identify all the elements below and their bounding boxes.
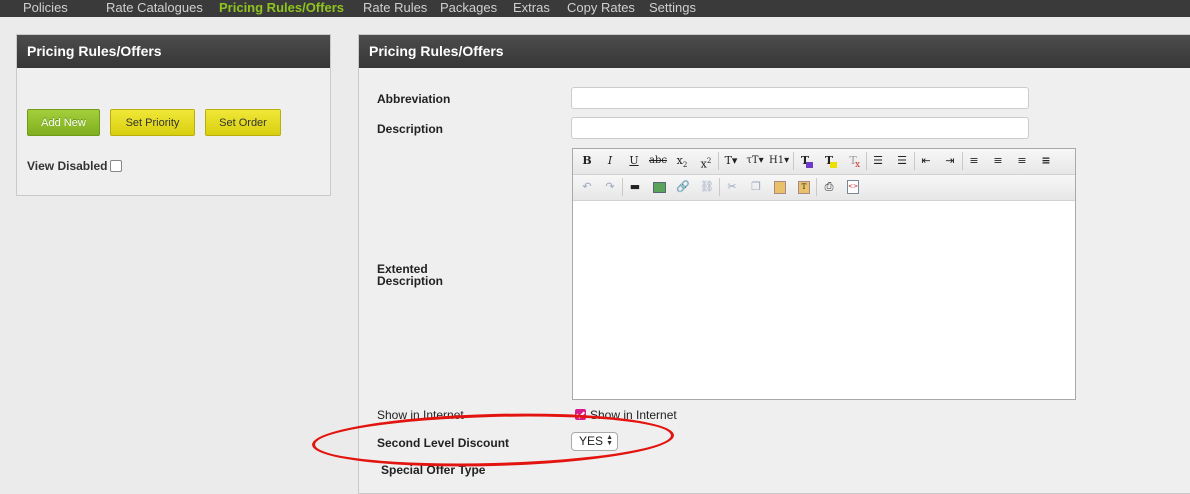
editor-toolbar-row-1: B I U abc x2 x2 T▾ τT▾ H1▾ T T Tx ☰ ☰ ⇤ … [573,149,1075,175]
paste-text-icon[interactable]: T [794,178,814,196]
nav-extras[interactable]: Extras [513,0,550,17]
underline-icon[interactable]: U [624,152,644,170]
select-arrows-icon: ▲ ▼ [606,434,613,447]
view-disabled-row: View Disabled [27,159,123,173]
second-level-discount-label: Second Level Discount [377,436,510,450]
bullet-list-icon[interactable]: ☰ [868,152,888,170]
text-color-icon[interactable]: T [795,152,815,170]
toolbar-separator [816,178,817,196]
abbreviation-label: Abbreviation [377,92,451,106]
second-level-discount-select[interactable]: YES ▲ ▼ [571,432,618,451]
special-offer-type-label: Special Offer Type [381,463,486,477]
superscript-icon[interactable]: x2 [696,152,716,171]
align-right-icon[interactable]: ≡ [1012,152,1032,170]
description-input[interactable] [571,117,1029,139]
clear-format-icon[interactable]: Tx [843,152,863,170]
view-disabled-label: View Disabled [27,159,108,173]
align-center-icon[interactable]: ≡ [988,152,1008,170]
numbered-list-icon[interactable]: ☰ [892,152,912,170]
add-new-button[interactable]: Add New [27,109,100,136]
align-left-icon[interactable]: ≡ [964,152,984,170]
toolbar-separator [622,178,623,196]
top-navigation: Policies Rate Catalogues Pricing Rules/O… [0,0,1190,17]
right-panel: Pricing Rules/Offers Abbreviation Descri… [358,34,1190,494]
set-priority-button[interactable]: Set Priority [110,109,195,136]
nav-pricing-rules-offers[interactable]: Pricing Rules/Offers [219,0,344,17]
cut-icon[interactable]: ✂ [722,178,742,196]
editor-toolbar-row-2: ↶ ↷ ▬ 🔗 ⛓ ✂ ❐ T ⎙ <> [573,175,1075,201]
toolbar-separator [719,178,720,196]
nav-policies[interactable]: Policies [23,0,68,17]
unlink-icon[interactable]: ⛓ [697,178,717,196]
nav-rate-catalogues[interactable]: Rate Catalogues [106,0,203,17]
extended-description-label-line2: Description [377,274,444,288]
description-label: Description [377,122,444,136]
second-level-discount-value: YES [579,434,604,448]
left-panel: Pricing Rules/Offers Add New Set Priorit… [16,34,331,196]
image-icon[interactable] [649,178,669,196]
font-family-icon[interactable]: τT▾ [745,152,765,170]
bold-icon[interactable]: B [577,152,597,170]
italic-icon[interactable]: I [600,152,620,170]
heading-icon[interactable]: H1▾ [769,152,789,170]
toolbar-separator [866,152,867,170]
abbreviation-input[interactable] [571,87,1029,109]
link-icon[interactable]: 🔗 [673,178,693,196]
toolbar-separator [962,152,963,170]
print-icon[interactable]: ⎙ [819,178,839,196]
font-size-icon[interactable]: T▾ [721,152,741,170]
show-in-internet-checkbox[interactable] [575,409,586,420]
show-in-internet-checkbox-label: Show in Internet [590,408,677,422]
copy-icon[interactable]: ❐ [746,178,766,196]
toolbar-separator [718,152,719,170]
nav-copy-rates[interactable]: Copy Rates [567,0,635,17]
horizontal-rule-icon[interactable]: ▬ [625,178,645,196]
set-order-button[interactable]: Set Order [205,109,281,136]
left-panel-title: Pricing Rules/Offers [17,35,330,68]
justify-icon[interactable]: ≡ [1036,152,1056,170]
highlight-icon[interactable]: T [819,152,839,170]
view-disabled-checkbox[interactable] [110,160,123,172]
redo-icon[interactable]: ↷ [600,178,620,196]
indent-icon[interactable]: ⇥ [940,152,960,170]
strikethrough-icon[interactable]: abc [648,152,668,170]
toolbar-separator [914,152,915,170]
nav-rate-rules[interactable]: Rate Rules [363,0,427,17]
rich-text-editor: B I U abc x2 x2 T▾ τT▾ H1▾ T T Tx ☰ ☰ ⇤ … [572,148,1076,400]
right-panel-title: Pricing Rules/Offers [359,35,1190,68]
paste-icon[interactable] [770,178,790,196]
subscript-icon[interactable]: x2 [672,152,692,170]
toolbar-separator [793,152,794,170]
source-code-icon[interactable]: <> [843,178,863,196]
nav-packages[interactable]: Packages [440,0,497,17]
undo-icon[interactable]: ↶ [577,178,597,196]
show-in-internet-label: Show in Internet [377,408,464,422]
extended-description-label: Extented Description [377,263,443,287]
nav-settings[interactable]: Settings [649,0,696,17]
outdent-icon[interactable]: ⇤ [916,152,936,170]
